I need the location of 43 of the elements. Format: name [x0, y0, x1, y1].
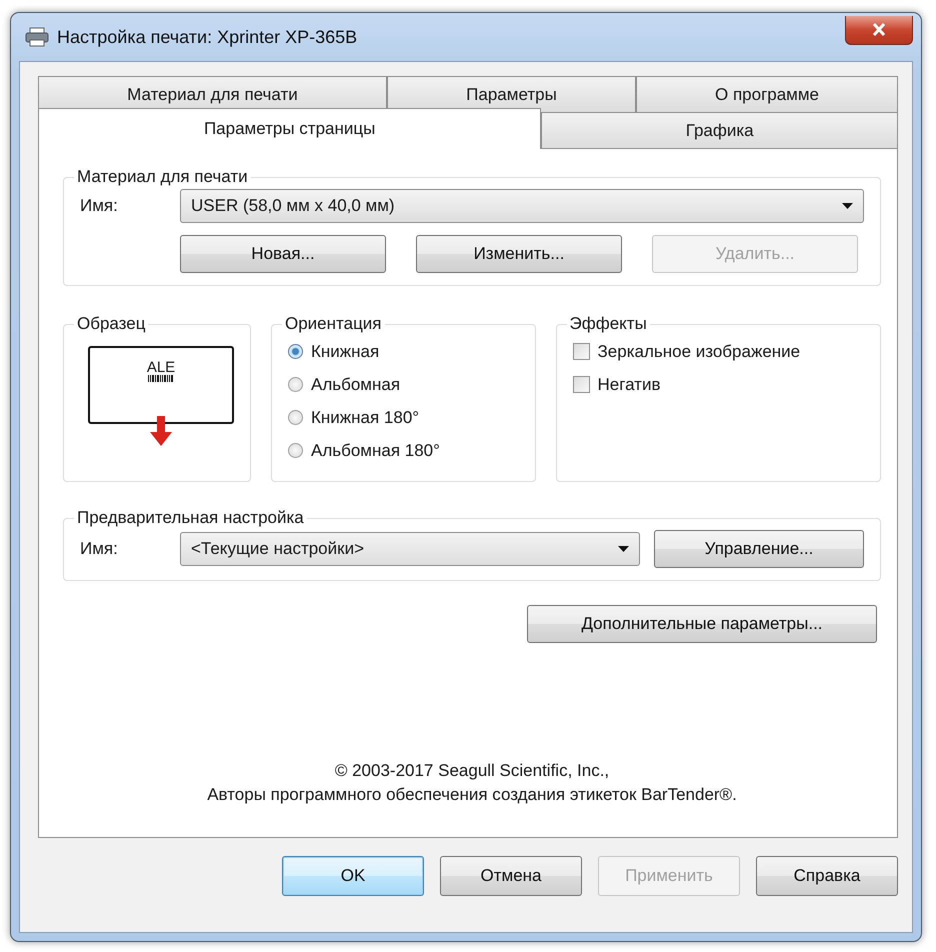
tab[interactable]: Параметры: [386, 76, 636, 112]
radio-button[interactable]: [288, 443, 303, 458]
option-label[interactable]: Негатив: [598, 374, 660, 394]
checkbox[interactable]: [572, 343, 590, 360]
close-icon[interactable]: [872, 23, 886, 36]
dialog-button[interactable]: OK: [282, 856, 424, 896]
window-title: Настройка печати: Xprinter XP-365B: [57, 26, 358, 48]
tab[interactable]: Параметры страницы: [38, 108, 542, 149]
field-label: Имя:: [80, 196, 119, 216]
close-button[interactable]: [845, 16, 913, 44]
dialog-button[interactable]: Отмена: [440, 856, 582, 896]
group-title: Материал для печати: [76, 167, 249, 187]
preview-text: ALE: [146, 360, 176, 375]
manage-button[interactable]: Управление...: [654, 530, 864, 568]
option-label[interactable]: Альбомная 180°: [311, 440, 440, 460]
dropdown-arrow-icon: [618, 546, 629, 552]
group-title: Образец: [76, 314, 146, 334]
media-button[interactable]: Изменить...: [416, 235, 622, 273]
radio-button[interactable]: [288, 410, 303, 425]
barcode-icon: [148, 375, 174, 382]
down-arrow-icon: [150, 416, 172, 446]
option-label[interactable]: Зеркальное изображение: [598, 342, 800, 362]
tab[interactable]: Графика: [541, 112, 898, 148]
option-label[interactable]: Книжная: [311, 342, 380, 362]
group-title: Эффекты: [568, 314, 648, 334]
option-label[interactable]: Книжная 180°: [311, 408, 420, 428]
group-title: Ориентация: [284, 314, 383, 334]
copyright-text: © 2003-2017 Seagull Scientific, Inc.,: [334, 761, 610, 781]
radio-button[interactable]: [288, 344, 303, 359]
checkbox[interactable]: [572, 376, 590, 393]
dropdown-arrow-icon: [842, 203, 853, 209]
media-name-dropdown[interactable]: USER (58,0 мм x 40,0 мм): [180, 189, 864, 223]
group-title: Предварительная настройка: [76, 508, 305, 528]
printer-icon: [25, 27, 49, 47]
advanced-settings-button[interactable]: Дополнительные параметры...: [527, 605, 877, 643]
field-label: Имя:: [80, 539, 119, 559]
option-label[interactable]: Альбомная: [311, 374, 400, 394]
media-button[interactable]: Новая...: [180, 235, 386, 273]
dialog-button[interactable]: Справка: [756, 856, 898, 896]
copyright-text: Авторы программного обеспечения создания этикеток BarTender®.: [207, 785, 737, 805]
tab[interactable]: О программе: [636, 76, 898, 112]
radio-button[interactable]: [288, 377, 303, 392]
preset-dropdown[interactable]: <Текущие настройки>: [180, 532, 640, 566]
